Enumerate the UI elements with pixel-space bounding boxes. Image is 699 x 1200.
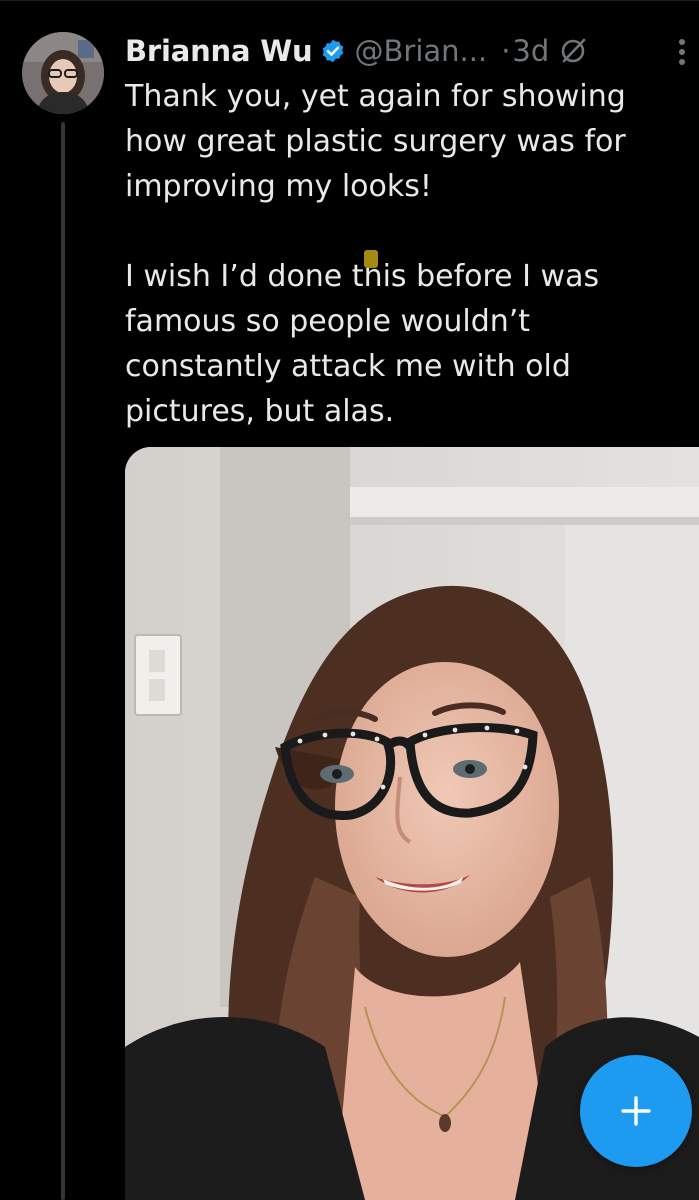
tweet-text: Thank you, yet again for showing how gre… <box>125 74 665 434</box>
handle[interactable]: @Brian... <box>355 34 488 68</box>
plus-icon <box>619 1094 653 1128</box>
tweet-paragraph: I wish I’d done this before I was famous… <box>125 259 600 429</box>
compose-button[interactable] <box>580 1055 692 1167</box>
text-selection-marker <box>364 250 378 268</box>
tweet-paragraph: Thank you, yet again for showing how gre… <box>125 79 626 204</box>
grok-icon[interactable] <box>559 37 587 65</box>
tweet-header: Brianna Wu @Brian... · 3d <box>125 30 699 72</box>
divider <box>0 0 699 1</box>
timestamp[interactable]: 3d <box>512 34 549 68</box>
avatar[interactable] <box>22 32 104 114</box>
thread-line <box>61 122 65 1200</box>
tweet[interactable]: Brianna Wu @Brian... · 3d Thank you, yet… <box>0 0 699 1200</box>
separator: · <box>501 34 511 68</box>
more-vertical-icon[interactable] <box>666 36 698 68</box>
display-name[interactable]: Brianna Wu <box>125 34 313 68</box>
verified-badge-icon <box>320 38 346 64</box>
